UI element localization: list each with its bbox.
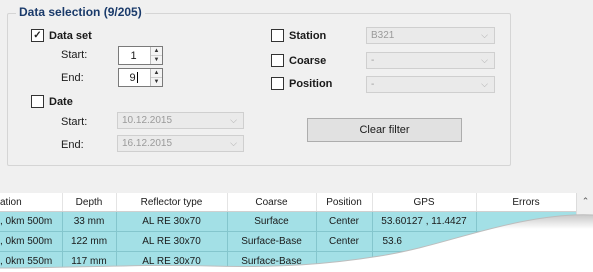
cell-reflector-type: AL RE 30x70 bbox=[116, 211, 228, 232]
column-header-errors[interactable]: Errors bbox=[476, 193, 577, 212]
cell-position: Center bbox=[316, 231, 373, 252]
dataset-end-value-wrap[interactable]: 9 bbox=[119, 69, 150, 86]
cell-errors bbox=[476, 251, 577, 272]
chevron-down-icon: ⌵ bbox=[230, 115, 237, 125]
station-label: Station bbox=[289, 29, 327, 42]
coarse-checkbox[interactable]: Coarse bbox=[271, 54, 326, 67]
spin-up-icon[interactable]: ▲ bbox=[151, 69, 162, 78]
position-label: Position bbox=[289, 77, 333, 90]
data-grid: ation Depth Reflector type Coarse Positi… bbox=[0, 193, 577, 272]
spin-down-icon[interactable]: ▼ bbox=[151, 56, 162, 64]
cell-errors bbox=[476, 211, 577, 232]
column-header-position[interactable]: Position bbox=[316, 193, 373, 212]
checkmark-icon: ✓ bbox=[31, 29, 44, 42]
cell-depth: 33 mm bbox=[62, 211, 117, 232]
coarse-select[interactable]: - ⌵ bbox=[366, 52, 495, 69]
position-value: - bbox=[371, 79, 375, 90]
cell-depth: 122 mm bbox=[62, 231, 117, 252]
clear-filter-button[interactable]: Clear filter bbox=[307, 118, 462, 142]
date-start-label: Start: bbox=[61, 116, 88, 128]
column-header-coarse[interactable]: Coarse bbox=[227, 193, 317, 212]
date-end-value: 16.12.2015 bbox=[122, 138, 173, 149]
coarse-value: - bbox=[371, 55, 375, 66]
station-value: B321 bbox=[371, 30, 395, 41]
scroll-up-icon[interactable]: ⌃ bbox=[577, 193, 593, 210]
spin-down-icon[interactable]: ▼ bbox=[151, 78, 162, 86]
column-header-station[interactable]: ation bbox=[0, 193, 63, 212]
station-checkbox[interactable]: Station bbox=[271, 29, 326, 42]
chevron-down-icon: ⌵ bbox=[481, 79, 488, 89]
position-checkbox-box bbox=[271, 77, 284, 90]
dataset-start-label: Start: bbox=[61, 49, 88, 61]
cell-gps: 53.6 bbox=[372, 231, 477, 252]
vertical-scrollbar[interactable]: ⌃ bbox=[576, 193, 593, 272]
chevron-down-icon: ⌵ bbox=[481, 55, 488, 65]
cell-gps bbox=[372, 251, 477, 272]
cell-station: , 0km 550m bbox=[0, 251, 63, 272]
cell-coarse: Surface bbox=[227, 211, 317, 232]
coarse-checkbox-box bbox=[271, 54, 284, 67]
data-selection-window: Data selection (9/205) ✓ Data set Start:… bbox=[0, 0, 593, 272]
cell-position: Center bbox=[316, 211, 373, 232]
cell-position bbox=[316, 251, 373, 272]
position-checkbox[interactable]: Position bbox=[271, 77, 332, 90]
dataset-checkbox[interactable]: ✓ Data set bbox=[31, 29, 92, 42]
cell-errors bbox=[476, 231, 577, 252]
coarse-label: Coarse bbox=[289, 54, 327, 67]
cell-reflector-type: AL RE 30x70 bbox=[116, 231, 228, 252]
cell-coarse: Surface-Base bbox=[227, 251, 317, 272]
grid-header-row: ation Depth Reflector type Coarse Positi… bbox=[0, 193, 577, 212]
dataset-end-value: 9 bbox=[129, 71, 136, 84]
dataset-start-value: 1 bbox=[130, 49, 137, 62]
cell-station: , 0km 500m bbox=[0, 211, 63, 232]
column-header-reflector-type[interactable]: Reflector type bbox=[116, 193, 228, 212]
cell-gps: 53.60127 , 11.4427 bbox=[372, 211, 477, 232]
station-checkbox-box bbox=[271, 29, 284, 42]
date-checkbox-box bbox=[31, 95, 44, 108]
dataset-end-stepper[interactable]: 9 ▲ ▼ bbox=[118, 68, 163, 87]
dataset-start-stepper[interactable]: 1 ▲ ▼ bbox=[118, 46, 163, 65]
cell-depth: 117 mm bbox=[62, 251, 117, 272]
cell-reflector-type: AL RE 30x70 bbox=[116, 251, 228, 272]
date-end-picker[interactable]: 16.12.2015 ⌵ bbox=[117, 135, 244, 152]
text-caret bbox=[136, 72, 138, 83]
spin-up-icon[interactable]: ▲ bbox=[151, 47, 162, 56]
cell-coarse: Surface-Base bbox=[227, 231, 317, 252]
position-select[interactable]: - ⌵ bbox=[366, 76, 495, 93]
station-select[interactable]: B321 ⌵ bbox=[366, 27, 495, 44]
date-end-label: End: bbox=[61, 139, 84, 151]
date-start-picker[interactable]: 10.12.2015 ⌵ bbox=[117, 112, 244, 129]
column-header-depth[interactable]: Depth bbox=[62, 193, 117, 212]
table-row[interactable]: , 0km 500m 122 mm AL RE 30x70 Surface-Ba… bbox=[0, 231, 577, 252]
chevron-down-icon: ⌵ bbox=[230, 138, 237, 148]
table-row[interactable]: , 0km 550m 117 mm AL RE 30x70 Surface-Ba… bbox=[0, 251, 577, 272]
group-title: Data selection (9/205) bbox=[16, 5, 145, 19]
dataset-end-label: End: bbox=[61, 72, 84, 84]
chevron-down-icon: ⌵ bbox=[481, 30, 488, 40]
date-checkbox[interactable]: Date bbox=[31, 95, 73, 108]
cell-station: , 0km 500m bbox=[0, 231, 63, 252]
date-start-value: 10.12.2015 bbox=[122, 115, 173, 126]
table-row[interactable]: , 0km 500m 33 mm AL RE 30x70 Surface Cen… bbox=[0, 211, 577, 232]
column-header-gps[interactable]: GPS bbox=[372, 193, 477, 212]
dataset-label: Data set bbox=[49, 29, 92, 42]
date-label: Date bbox=[49, 95, 73, 108]
